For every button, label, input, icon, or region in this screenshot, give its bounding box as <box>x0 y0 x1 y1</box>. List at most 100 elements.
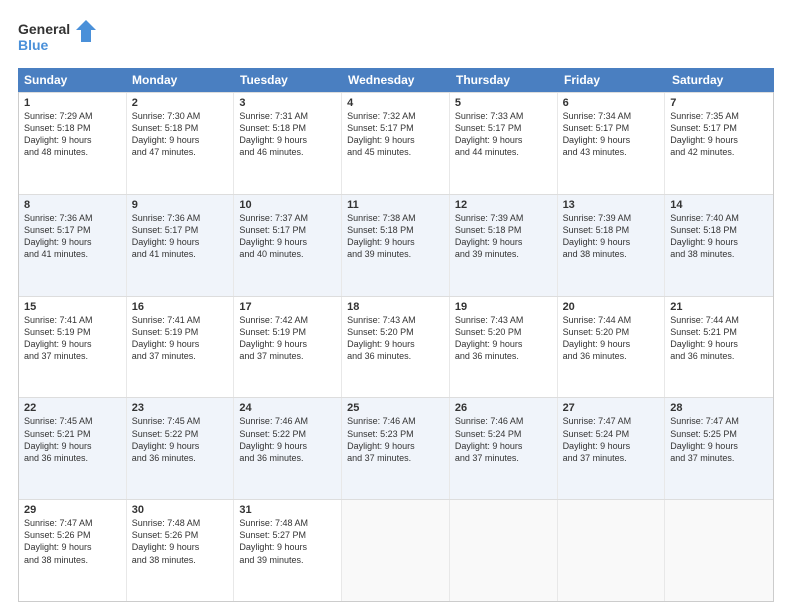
svg-text:Blue: Blue <box>18 37 49 53</box>
header: General Blue <box>18 18 774 58</box>
cell-line: Sunrise: 7:48 AM <box>132 517 229 529</box>
cell-line: Sunrise: 7:42 AM <box>239 314 336 326</box>
cell-line: Daylight: 9 hours <box>347 440 444 452</box>
cell-line: Daylight: 9 hours <box>347 338 444 350</box>
cell-line: and 36 minutes. <box>132 452 229 464</box>
weekday-header: Wednesday <box>342 68 450 92</box>
cell-line: and 37 minutes. <box>239 350 336 362</box>
cell-line: Sunset: 5:21 PM <box>24 428 121 440</box>
cell-line: Sunrise: 7:40 AM <box>670 212 768 224</box>
day-number: 13 <box>563 199 660 211</box>
calendar-cell: 3Sunrise: 7:31 AMSunset: 5:18 PMDaylight… <box>234 93 342 194</box>
cell-line: and 46 minutes. <box>239 146 336 158</box>
cell-line: Sunset: 5:25 PM <box>670 428 768 440</box>
day-number: 28 <box>670 402 768 414</box>
cell-line: Sunset: 5:18 PM <box>239 122 336 134</box>
day-number: 19 <box>455 301 552 313</box>
day-number: 20 <box>563 301 660 313</box>
cell-line: Sunset: 5:18 PM <box>563 224 660 236</box>
cell-line: Sunrise: 7:38 AM <box>347 212 444 224</box>
cell-line: Sunset: 5:18 PM <box>132 122 229 134</box>
cell-line: Daylight: 9 hours <box>132 541 229 553</box>
calendar-cell: 5Sunrise: 7:33 AMSunset: 5:17 PMDaylight… <box>450 93 558 194</box>
cell-line: Sunset: 5:17 PM <box>347 122 444 134</box>
cell-line: Sunset: 5:19 PM <box>24 326 121 338</box>
cell-line: Daylight: 9 hours <box>455 236 552 248</box>
weekday-header: Tuesday <box>234 68 342 92</box>
day-number: 11 <box>347 199 444 211</box>
cell-line: Sunrise: 7:45 AM <box>24 415 121 427</box>
calendar-row: 15Sunrise: 7:41 AMSunset: 5:19 PMDayligh… <box>19 296 773 398</box>
cell-line: Daylight: 9 hours <box>347 236 444 248</box>
cell-line: Sunset: 5:20 PM <box>347 326 444 338</box>
day-number: 4 <box>347 97 444 109</box>
cell-line: Sunrise: 7:44 AM <box>670 314 768 326</box>
calendar-cell: 20Sunrise: 7:44 AMSunset: 5:20 PMDayligh… <box>558 297 666 398</box>
calendar-cell: 22Sunrise: 7:45 AMSunset: 5:21 PMDayligh… <box>19 398 127 499</box>
cell-line: Sunset: 5:17 PM <box>24 224 121 236</box>
cell-line: Daylight: 9 hours <box>24 541 121 553</box>
calendar-cell: 2Sunrise: 7:30 AMSunset: 5:18 PMDaylight… <box>127 93 235 194</box>
cell-line: and 47 minutes. <box>132 146 229 158</box>
calendar-cell: 9Sunrise: 7:36 AMSunset: 5:17 PMDaylight… <box>127 195 235 296</box>
cell-line: and 39 minutes. <box>239 554 336 566</box>
cell-line: and 41 minutes. <box>24 248 121 260</box>
cell-line: Daylight: 9 hours <box>455 440 552 452</box>
cell-line: and 41 minutes. <box>132 248 229 260</box>
cell-line: Daylight: 9 hours <box>670 134 768 146</box>
cell-line: Daylight: 9 hours <box>563 134 660 146</box>
calendar-cell <box>665 500 773 601</box>
calendar-cell: 26Sunrise: 7:46 AMSunset: 5:24 PMDayligh… <box>450 398 558 499</box>
cell-line: Daylight: 9 hours <box>347 134 444 146</box>
cell-line: Sunrise: 7:48 AM <box>239 517 336 529</box>
day-number: 29 <box>24 504 121 516</box>
cell-line: Sunset: 5:17 PM <box>670 122 768 134</box>
cell-line: and 44 minutes. <box>455 146 552 158</box>
calendar: SundayMondayTuesdayWednesdayThursdayFrid… <box>18 68 774 602</box>
cell-line: Daylight: 9 hours <box>670 440 768 452</box>
calendar-cell: 6Sunrise: 7:34 AMSunset: 5:17 PMDaylight… <box>558 93 666 194</box>
weekday-header: Saturday <box>666 68 774 92</box>
cell-line: Sunset: 5:17 PM <box>239 224 336 236</box>
day-number: 16 <box>132 301 229 313</box>
calendar-cell <box>342 500 450 601</box>
cell-line: Daylight: 9 hours <box>670 338 768 350</box>
calendar-cell: 19Sunrise: 7:43 AMSunset: 5:20 PMDayligh… <box>450 297 558 398</box>
cell-line: and 36 minutes. <box>563 350 660 362</box>
cell-line: and 37 minutes. <box>132 350 229 362</box>
cell-line: and 48 minutes. <box>24 146 121 158</box>
cell-line: Daylight: 9 hours <box>239 134 336 146</box>
cell-line: Sunset: 5:19 PM <box>239 326 336 338</box>
calendar-cell: 10Sunrise: 7:37 AMSunset: 5:17 PMDayligh… <box>234 195 342 296</box>
cell-line: Sunrise: 7:33 AM <box>455 110 552 122</box>
cell-line: Sunrise: 7:36 AM <box>24 212 121 224</box>
calendar-cell <box>450 500 558 601</box>
day-number: 23 <box>132 402 229 414</box>
calendar-cell: 27Sunrise: 7:47 AMSunset: 5:24 PMDayligh… <box>558 398 666 499</box>
cell-line: Daylight: 9 hours <box>563 440 660 452</box>
cell-line: Daylight: 9 hours <box>24 134 121 146</box>
cell-line: Sunrise: 7:47 AM <box>563 415 660 427</box>
weekday-header: Thursday <box>450 68 558 92</box>
cell-line: Sunset: 5:22 PM <box>239 428 336 440</box>
cell-line: Daylight: 9 hours <box>24 440 121 452</box>
cell-line: and 38 minutes. <box>132 554 229 566</box>
cell-line: Sunrise: 7:45 AM <box>132 415 229 427</box>
cell-line: and 38 minutes. <box>670 248 768 260</box>
day-number: 2 <box>132 97 229 109</box>
cell-line: Daylight: 9 hours <box>455 338 552 350</box>
cell-line: Sunset: 5:17 PM <box>563 122 660 134</box>
cell-line: Sunset: 5:20 PM <box>455 326 552 338</box>
cell-line: Sunrise: 7:29 AM <box>24 110 121 122</box>
cell-line: Sunset: 5:23 PM <box>347 428 444 440</box>
day-number: 15 <box>24 301 121 313</box>
cell-line: and 39 minutes. <box>455 248 552 260</box>
cell-line: Daylight: 9 hours <box>132 236 229 248</box>
cell-line: Sunset: 5:18 PM <box>455 224 552 236</box>
logo-svg: General Blue <box>18 18 98 58</box>
cell-line: Sunrise: 7:32 AM <box>347 110 444 122</box>
day-number: 30 <box>132 504 229 516</box>
calendar-cell <box>558 500 666 601</box>
calendar-cell: 31Sunrise: 7:48 AMSunset: 5:27 PMDayligh… <box>234 500 342 601</box>
cell-line: Sunset: 5:17 PM <box>132 224 229 236</box>
